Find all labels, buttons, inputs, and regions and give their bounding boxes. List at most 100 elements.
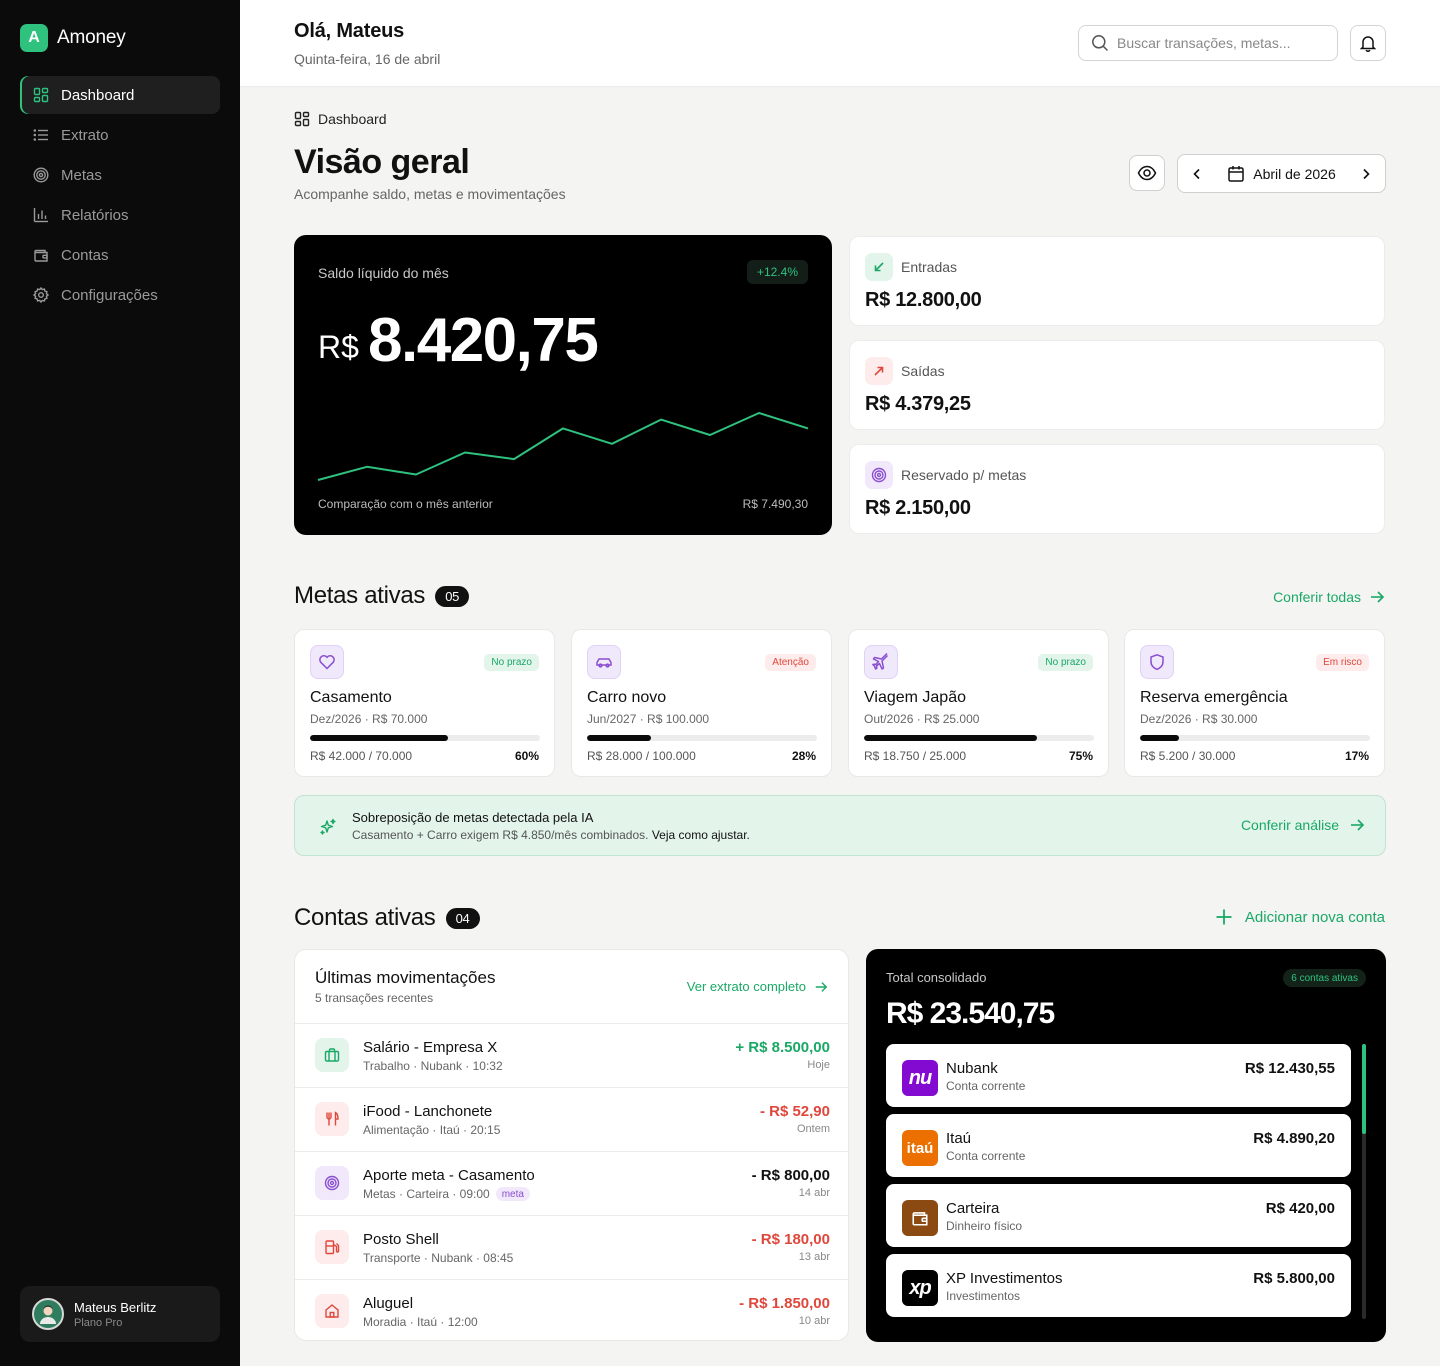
sidebar-item-label: Extrato (61, 126, 109, 144)
sidebar-item-label: Contas (61, 246, 109, 264)
home-icon (315, 1294, 349, 1328)
brand[interactable]: A Amoney (20, 24, 126, 52)
sidebar: A Amoney Dashboard Extrato Metas Relatór… (0, 0, 240, 1366)
target-icon (33, 167, 49, 183)
stat-card-saidas[interactable]: Saídas R$ 4.379,25 (849, 340, 1385, 430)
accounts-count-badge: 04 (445, 907, 480, 929)
stat-card-reservado[interactable]: Reservado p/ metas R$ 2.150,00 (849, 444, 1385, 534)
search-box[interactable] (1078, 25, 1338, 61)
eye-icon (1137, 163, 1157, 183)
ai-insight-text: Casamento + Carro exigem R$ 4.850/mês co… (352, 828, 649, 842)
sidebar-nav: Dashboard Extrato Metas Relatórios Conta… (20, 76, 220, 316)
accounts-scrollbar[interactable] (1362, 1044, 1366, 1319)
shield-icon (1140, 645, 1174, 679)
transaction-name: Aporte meta - Casamento (363, 1167, 535, 1184)
goal-card-reserva-emergencia[interactable]: Em risco Reserva emergência Dez/2026 · R… (1124, 629, 1385, 777)
view-all-goals-link[interactable]: Conferir todas (1273, 589, 1385, 605)
transaction-meta: Transporte · Nubank · 08:45 (363, 1251, 513, 1265)
user-name: Mateus Berlitz (74, 1299, 157, 1315)
xp-logo: xp (902, 1270, 938, 1306)
goal-percentage: 75% (1068, 749, 1093, 763)
breadcrumb-label: Dashboard (318, 111, 387, 127)
transaction-row[interactable]: Posto Shell Transporte · Nubank · 08:45 … (295, 1216, 848, 1280)
goals-section-title: Metas ativas 05 (294, 582, 470, 610)
toggle-visibility-button[interactable] (1129, 155, 1165, 191)
view-all-goals-label: Conferir todas (1273, 589, 1361, 605)
ai-insight-cta[interactable]: Veja como ajustar. (652, 828, 750, 842)
goal-name: Casamento (310, 689, 392, 706)
account-balance: R$ 420,00 (1265, 1200, 1335, 1217)
transaction-meta-text: Moradia · Itaú · 12:00 (363, 1315, 478, 1329)
account-item-nubank[interactable]: nu Nubank Conta corrente R$ 12.430,55 (886, 1044, 1351, 1107)
search-input[interactable] (1117, 35, 1317, 51)
transaction-row[interactable]: Aluguel Moradia · Itaú · 12:00 - R$ 1.85… (295, 1280, 848, 1340)
goal-card-carro-novo[interactable]: Atenção Carro novo Jun/2027 · R$ 100.000… (571, 629, 832, 777)
transaction-meta: Metas · Carteira · 09:00 meta (363, 1187, 530, 1201)
scrollbar-thumb[interactable] (1362, 1044, 1366, 1134)
goal-meta: Jun/2027 · R$ 100.000 (587, 712, 710, 726)
month-selector: Abril de 2026 (1177, 154, 1386, 193)
stat-card-entradas[interactable]: Entradas R$ 12.800,00 (849, 236, 1385, 326)
stat-value: R$ 4.379,25 (865, 393, 971, 415)
next-month-button[interactable] (1359, 167, 1373, 181)
breadcrumb: Dashboard (294, 111, 387, 127)
sidebar-item-label: Metas (61, 166, 102, 184)
notifications-button[interactable] (1350, 25, 1386, 61)
goal-tag: meta (495, 1187, 530, 1201)
goal-progress-text: R$ 42.000 / 70.000 (310, 749, 413, 763)
goal-progress-text: R$ 5.200 / 30.000 (1140, 749, 1236, 763)
goal-meta: Dez/2026 · R$ 70.000 (310, 712, 428, 726)
grid-icon (294, 111, 310, 127)
arrow-right-icon (1351, 819, 1365, 831)
wallet-icon (902, 1200, 938, 1236)
topbar: Olá, Mateus Quinta-feira, 16 de abril (240, 0, 1440, 87)
account-balance: R$ 12.430,55 (1244, 1060, 1335, 1077)
sidebar-item-relatorios[interactable]: Relatórios (20, 196, 220, 234)
transaction-name: Aluguel (363, 1295, 414, 1312)
transaction-meta-text: Trabalho · Nubank · 10:32 (363, 1059, 503, 1073)
transaction-row[interactable]: Aporte meta - Casamento Metas · Carteira… (295, 1152, 848, 1216)
status-badge: No prazo (1038, 654, 1093, 671)
add-account-button[interactable]: Adicionar nova conta (1215, 908, 1385, 926)
sidebar-item-label: Relatórios (61, 206, 129, 224)
fuel-icon (315, 1230, 349, 1264)
section-title-text: Contas ativas (294, 904, 436, 931)
account-item-xp[interactable]: xp XP Investimentos Investimentos R$ 5.8… (886, 1254, 1351, 1317)
month-display[interactable]: Abril de 2026 (1227, 165, 1336, 183)
sidebar-item-metas[interactable]: Metas (20, 156, 220, 194)
list-icon (33, 127, 49, 143)
month-label: Abril de 2026 (1253, 165, 1336, 182)
goal-progress-text: R$ 28.000 / 100.000 (587, 749, 696, 763)
transaction-date: 10 abr (798, 1315, 830, 1327)
transaction-amount: - R$ 180,00 (751, 1231, 830, 1248)
account-name: Itaú (946, 1130, 972, 1147)
briefcase-icon (315, 1038, 349, 1072)
user-card[interactable]: Mateus Berlitz Plano Pro (20, 1286, 220, 1342)
goal-card-viagem-japao[interactable]: No prazo Viagem Japão Out/2026 · R$ 25.0… (848, 629, 1109, 777)
sidebar-item-extrato[interactable]: Extrato (20, 116, 220, 154)
sidebar-item-contas[interactable]: Contas (20, 236, 220, 274)
transaction-row[interactable]: Salário - Empresa X Trabalho · Nubank · … (295, 1024, 848, 1088)
account-item-carteira[interactable]: Carteira Dinheiro físico R$ 420,00 (886, 1184, 1351, 1247)
transaction-amount: - R$ 52,90 (759, 1103, 830, 1120)
arrow-up-right-icon (865, 357, 893, 385)
sidebar-item-configuracoes[interactable]: Configurações (20, 276, 220, 314)
page-subtitle: Acompanhe saldo, metas e movimentações (294, 186, 566, 202)
transaction-row[interactable]: iFood - Lanchonete Alimentação · Itaú · … (295, 1088, 848, 1152)
brand-name: Amoney (57, 27, 126, 48)
account-item-itau[interactable]: itaú Itaú Conta corrente R$ 4.890,20 (886, 1114, 1351, 1177)
account-name: Carteira (946, 1200, 1000, 1217)
calendar-icon (1228, 165, 1244, 182)
sidebar-item-dashboard[interactable]: Dashboard (20, 76, 220, 114)
target-icon (865, 461, 893, 489)
previous-month-value: R$ 7.490,30 (742, 497, 808, 511)
prev-month-button[interactable] (1190, 167, 1204, 181)
view-analysis-label: Conferir análise (1240, 817, 1339, 833)
goal-percentage: 17% (1344, 749, 1369, 763)
view-statement-link[interactable]: Ver extrato completo (687, 979, 828, 994)
brand-logo: A (20, 24, 48, 52)
view-analysis-link[interactable]: Conferir análise (1241, 817, 1365, 833)
goal-percentage: 28% (791, 749, 816, 763)
goal-card-casamento[interactable]: No prazo Casamento Dez/2026 · R$ 70.000 … (294, 629, 555, 777)
sidebar-item-label: Dashboard (61, 86, 135, 104)
